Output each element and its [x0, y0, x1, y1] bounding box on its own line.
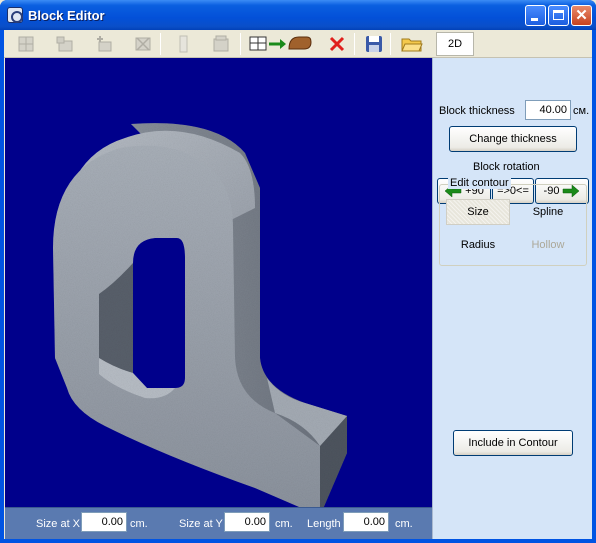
length-label: Length: [307, 518, 341, 530]
grid-button[interactable]: [14, 33, 38, 55]
size-y-input[interactable]: 0.00: [224, 512, 270, 532]
view-2d-button[interactable]: 2D: [436, 32, 474, 56]
status-bar: Size at X 0.00 cm. Size at Y 0.00 cm. Le…: [5, 507, 432, 539]
window-title: Block Editor: [28, 8, 105, 23]
minimize-icon: [531, 18, 538, 21]
delete-icon: [329, 36, 345, 52]
column-icon: [179, 35, 188, 53]
client-area: 2D Size at X 0.00 cm. Size at Y 0.00 cm.…: [4, 30, 592, 539]
thickness-input[interactable]: 40.00: [525, 100, 571, 120]
radius-option[interactable]: Radius: [446, 232, 510, 258]
title-bar[interactable]: Block Editor ✕: [0, 0, 596, 30]
block-model-render: [53, 123, 347, 507]
close-icon: ✕: [575, 7, 588, 24]
size-x-unit: cm.: [130, 518, 148, 530]
open-folder-icon: [401, 38, 423, 52]
export-shape-icon: [249, 36, 312, 51]
size-option[interactable]: Size: [446, 199, 510, 225]
save-icon: [366, 36, 382, 52]
edit-contour-title: Edit contour: [448, 177, 511, 189]
rotation-label: Block rotation: [473, 161, 540, 173]
open-folder-button[interactable]: [400, 33, 424, 55]
thickness-unit: cм.: [573, 105, 590, 117]
add-block-icon: [97, 36, 112, 52]
size-x-label: Size at X: [36, 518, 81, 530]
close-button[interactable]: ✕: [571, 5, 592, 26]
export-shape-button[interactable]: [248, 33, 314, 55]
toolbar: 2D: [4, 30, 592, 58]
length-unit: cm.: [395, 518, 413, 530]
size-y-unit: cm.: [275, 518, 293, 530]
minimize-button[interactable]: [525, 5, 546, 26]
layer-icon: [213, 35, 229, 52]
add-block-button[interactable]: [92, 33, 116, 55]
add-layer-button[interactable]: [53, 33, 77, 55]
thickness-label: Block thickness: [439, 105, 515, 117]
change-thickness-button[interactable]: Change thickness: [449, 126, 577, 152]
app-icon: [7, 7, 23, 23]
layer-button[interactable]: [209, 33, 233, 55]
maximize-icon: [553, 10, 564, 20]
size-y-label: Size at Y: [179, 518, 223, 530]
hollow-option[interactable]: Hollow: [516, 232, 580, 258]
spline-option[interactable]: Spline: [516, 199, 580, 225]
delete-button[interactable]: [325, 33, 349, 55]
window: Block Editor ✕ 2D Size at X 0.00 cm. Siz…: [0, 0, 596, 543]
save-button[interactable]: [362, 33, 386, 55]
maximize-button[interactable]: [548, 5, 569, 26]
length-input[interactable]: 0.00: [343, 512, 389, 532]
side-panel: Block thickness 40.00 cм. Change thickne…: [432, 58, 592, 539]
include-in-contour-button[interactable]: Include in Contour: [453, 430, 573, 456]
grid-icon: [18, 36, 34, 52]
column-button[interactable]: [171, 33, 195, 55]
edit-contour-group: Edit contour Size Spline Radius Hollow: [439, 177, 587, 266]
3d-viewport[interactable]: [5, 58, 432, 507]
add-layer-icon: [56, 36, 73, 52]
delete-block-button[interactable]: [131, 33, 155, 55]
size-x-input[interactable]: 0.00: [81, 512, 127, 532]
delete-block-icon: [135, 37, 151, 51]
